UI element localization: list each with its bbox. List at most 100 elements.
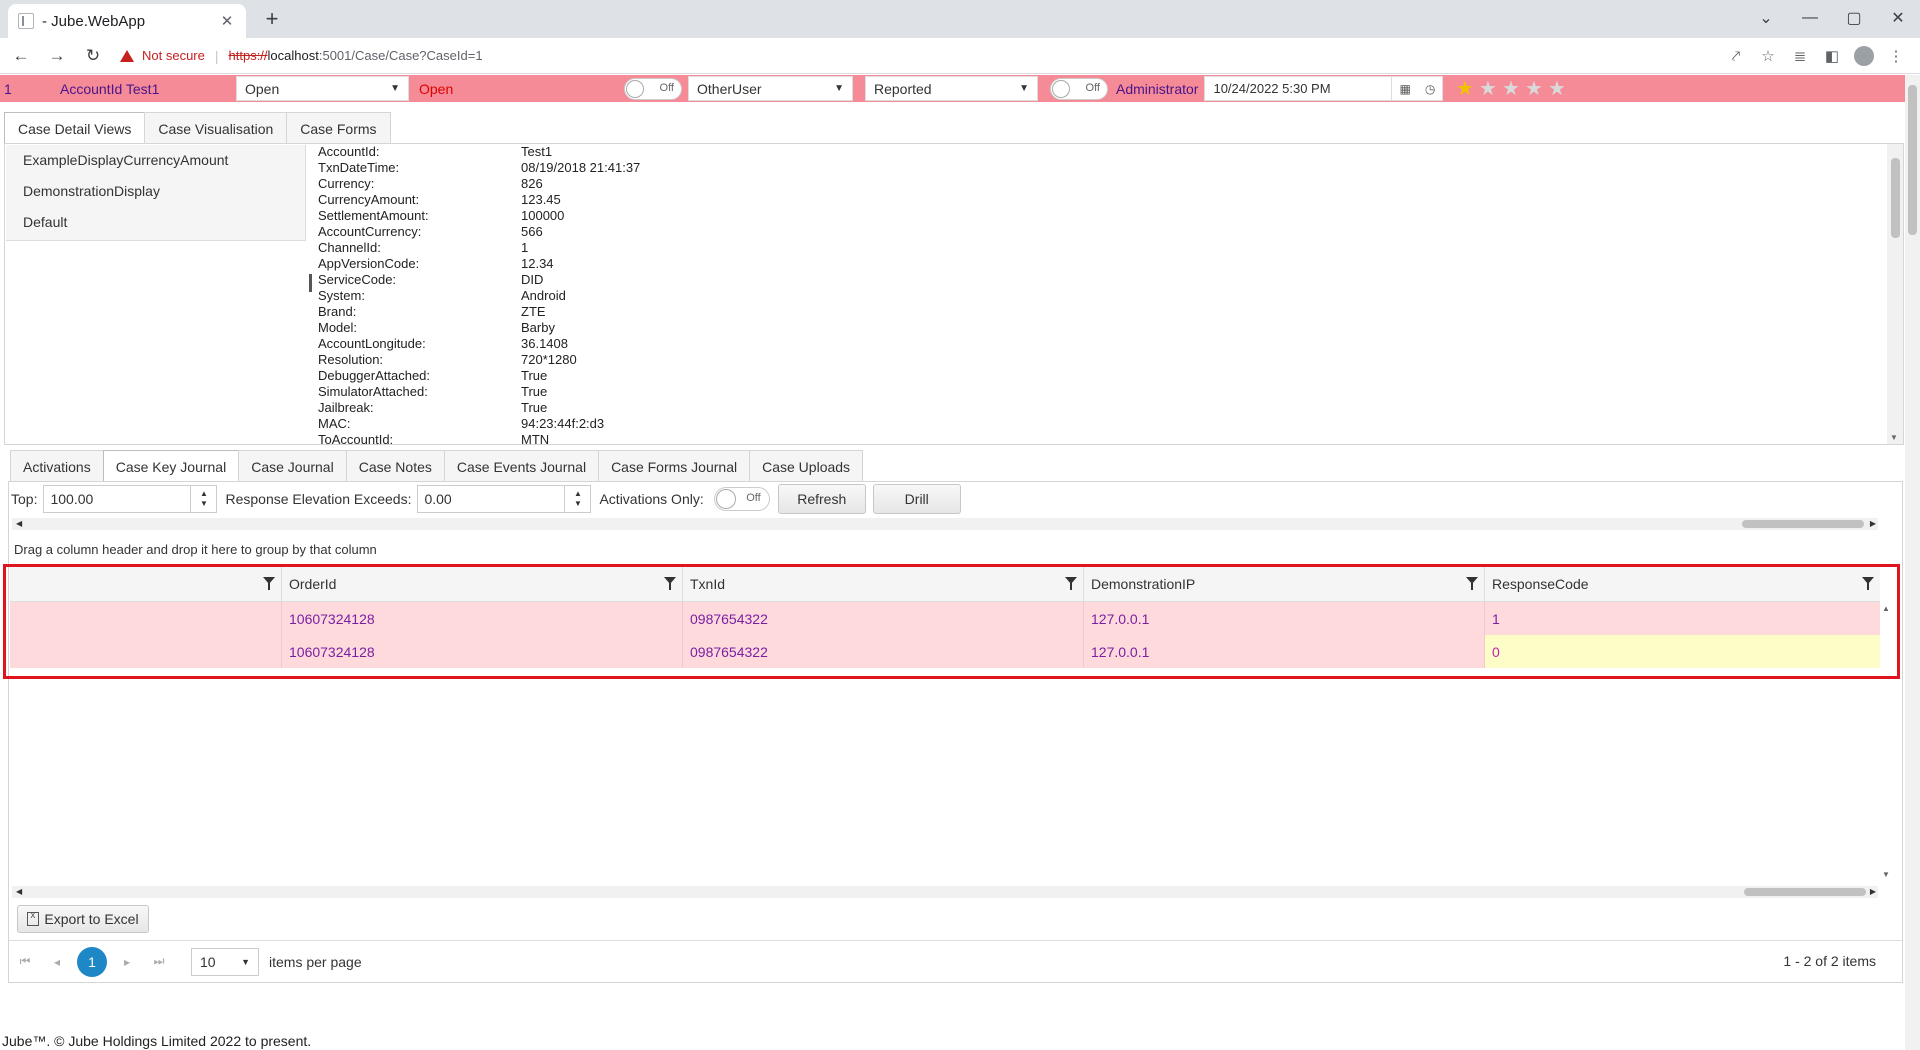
url-host: localhost xyxy=(267,48,319,63)
tab-case-detail-views[interactable]: Case Detail Views xyxy=(4,112,146,144)
back-icon[interactable]: ← xyxy=(6,46,36,66)
detail-row: Currency: 826 xyxy=(318,176,1878,192)
activations-toggle-label: Off xyxy=(746,492,761,504)
tab-case-key-journal[interactable]: Case Key Journal xyxy=(102,450,240,482)
close-window-button[interactable]: ✕ xyxy=(1876,8,1920,28)
forward-icon[interactable]: → xyxy=(42,46,72,66)
elevation-input[interactable]: 0.00 ▲ ▼ xyxy=(417,485,592,513)
diary-date-input[interactable]: 10/24/2022 5:30 PM xyxy=(1204,76,1393,101)
scroll-right-icon[interactable]: ▶ xyxy=(1870,886,1876,898)
new-tab-button[interactable]: + xyxy=(258,6,286,32)
not-secure-label[interactable]: Not secure xyxy=(142,48,205,63)
tab-case-uploads[interactable]: Case Uploads xyxy=(749,450,864,482)
browser-tabstrip: - Jube.WebApp ✕ + ⌄ — ▢ ✕ xyxy=(0,0,1920,38)
pager: ⏮ ◂ 1 ▸ ⏭ 10 ▼ items per page 1 - 2 of 2… xyxy=(9,940,1902,982)
tab-case-forms-journal[interactable]: Case Forms Journal xyxy=(598,450,751,482)
detail-value: 12.34 xyxy=(521,256,554,271)
window-controls: ⌄ — ▢ ✕ xyxy=(1744,0,1920,36)
drill-button[interactable]: Drill xyxy=(872,484,961,514)
date-picker-buttons: ▦ ◷ xyxy=(1391,76,1444,101)
diary-date-value: 10/24/2022 5:30 PM xyxy=(1213,81,1331,96)
view-list-item[interactable]: Default xyxy=(6,207,305,238)
menu-kebab-icon[interactable]: ⋮ xyxy=(1880,47,1912,65)
share-icon[interactable]: ⤤ xyxy=(1720,48,1752,65)
detail-row: Jailbreak: True xyxy=(318,400,1878,416)
splitter-handle[interactable] xyxy=(309,274,312,292)
tab-case-events-journal[interactable]: Case Events Journal xyxy=(443,450,600,482)
tab-case-visualisation[interactable]: Case Visualisation xyxy=(144,112,288,144)
next-page-icon[interactable]: ▸ xyxy=(111,955,143,969)
detail-scrollbar[interactable]: ▼ xyxy=(1887,144,1903,444)
scrollbar-thumb[interactable] xyxy=(1908,85,1917,235)
elevation-label: Response Elevation Exceeds: xyxy=(225,491,412,507)
lock-toggle-label: Off xyxy=(659,81,674,94)
url-field[interactable]: Not secure | https:// localhost :5001/Ca… xyxy=(120,41,483,71)
star-icon[interactable]: ★ xyxy=(1476,76,1499,101)
scroll-right-icon[interactable]: ▶ xyxy=(1870,518,1876,530)
tab-activations[interactable]: Activations xyxy=(10,450,104,482)
view-list-item[interactable]: ExampleDisplayCurrencyAmount xyxy=(6,145,305,176)
detail-value: 08/19/2018 21:41:37 xyxy=(521,160,641,175)
lock-toggle[interactable]: Off xyxy=(624,77,682,100)
view-list-item[interactable]: DemonstrationDisplay xyxy=(6,176,305,207)
calendar-icon[interactable]: ▦ xyxy=(1400,82,1411,96)
browser-tab[interactable]: - Jube.WebApp ✕ xyxy=(8,4,246,38)
star-icon[interactable]: ★ xyxy=(1522,76,1545,101)
scroll-left-icon[interactable]: ◀ xyxy=(16,886,22,898)
scrollbar-thumb[interactable] xyxy=(1744,888,1866,896)
items-per-page-label: items per page xyxy=(269,953,362,970)
star-icon[interactable]: ★ xyxy=(1545,76,1568,101)
star-icon[interactable]: ★ xyxy=(1499,76,1522,101)
browser-actions: ⤤ ☆ ≣ ◧ ⋮ xyxy=(1720,38,1912,74)
tab-case-journal[interactable]: Case Journal xyxy=(238,450,347,482)
page-1-button[interactable]: 1 xyxy=(77,946,107,977)
star-icon[interactable]: ★ xyxy=(1453,76,1476,101)
tab-search-icon[interactable]: ⌄ xyxy=(1744,8,1788,28)
elevation-stepper[interactable]: ▲ ▼ xyxy=(564,486,590,512)
reading-list-icon[interactable]: ≣ xyxy=(1784,47,1816,65)
maximize-button[interactable]: ▢ xyxy=(1832,8,1876,28)
tab-case-notes[interactable]: Case Notes xyxy=(345,450,445,482)
case-rating[interactable]: ★ ★ ★ ★ ★ xyxy=(1453,76,1568,101)
scroll-down-icon[interactable]: ▼ xyxy=(1882,870,1890,879)
scroll-down-icon[interactable]: ▼ xyxy=(1890,433,1898,442)
footer-copyright: Jube™. © Jube Holdings Limited 2022 to p… xyxy=(2,1033,312,1049)
previous-page-icon[interactable]: ◂ xyxy=(41,955,73,969)
side-panel-icon[interactable]: ◧ xyxy=(1816,47,1848,65)
detail-value: 826 xyxy=(521,176,543,191)
detail-value: 720*1280 xyxy=(521,352,577,367)
top-input[interactable]: 100.00 ▲ ▼ xyxy=(43,485,218,513)
diary-toggle[interactable]: Off xyxy=(1050,77,1108,100)
toolbar-scrollbar[interactable]: ◀ ▶ xyxy=(12,518,1878,530)
scroll-left-icon[interactable]: ◀ xyxy=(16,518,22,530)
tab-case-forms[interactable]: Case Forms xyxy=(286,112,391,144)
assigned-user-select[interactable]: OtherUser ▼ xyxy=(688,76,853,101)
close-tab-icon[interactable]: ✕ xyxy=(218,12,236,30)
export-to-excel-button[interactable]: Export to Excel xyxy=(17,905,149,933)
reload-icon[interactable]: ↻ xyxy=(78,46,108,66)
case-state-select[interactable]: Reported ▼ xyxy=(865,76,1038,101)
bookmark-star-icon[interactable]: ☆ xyxy=(1752,47,1784,65)
detail-row: DebuggerAttached: True xyxy=(318,368,1878,384)
grid-horizontal-scrollbar[interactable]: ◀ ▶ xyxy=(12,886,1878,898)
toggle-knob xyxy=(626,79,644,98)
profile-avatar-icon[interactable] xyxy=(1854,46,1874,66)
chevron-down-icon: ▼ xyxy=(834,83,844,94)
top-stepper[interactable]: ▲ ▼ xyxy=(190,486,216,512)
case-status-select[interactable]: Open ▼ xyxy=(236,76,409,101)
minimize-button[interactable]: — xyxy=(1788,9,1832,27)
scrollbar-thumb[interactable] xyxy=(1742,520,1864,528)
last-page-icon[interactable]: ⏭ xyxy=(143,954,175,969)
detail-row: ServiceCode: DID xyxy=(318,272,1878,288)
refresh-button[interactable]: Refresh xyxy=(777,484,866,514)
detail-value: Test1 xyxy=(521,144,553,159)
first-page-icon[interactable]: ⏮ xyxy=(9,954,41,969)
scrollbar-thumb[interactable] xyxy=(1891,158,1900,238)
activations-toggle[interactable]: Off xyxy=(713,487,770,511)
case-owner: Administrator xyxy=(1116,80,1199,97)
group-drop-area[interactable]: Drag a column header and drop it here to… xyxy=(14,542,377,557)
url-scheme: https:// xyxy=(228,48,268,63)
page-scrollbar[interactable] xyxy=(1905,75,1920,1050)
clock-icon[interactable]: ◷ xyxy=(1425,82,1435,96)
page-size-select[interactable]: 10 ▼ xyxy=(191,947,259,976)
